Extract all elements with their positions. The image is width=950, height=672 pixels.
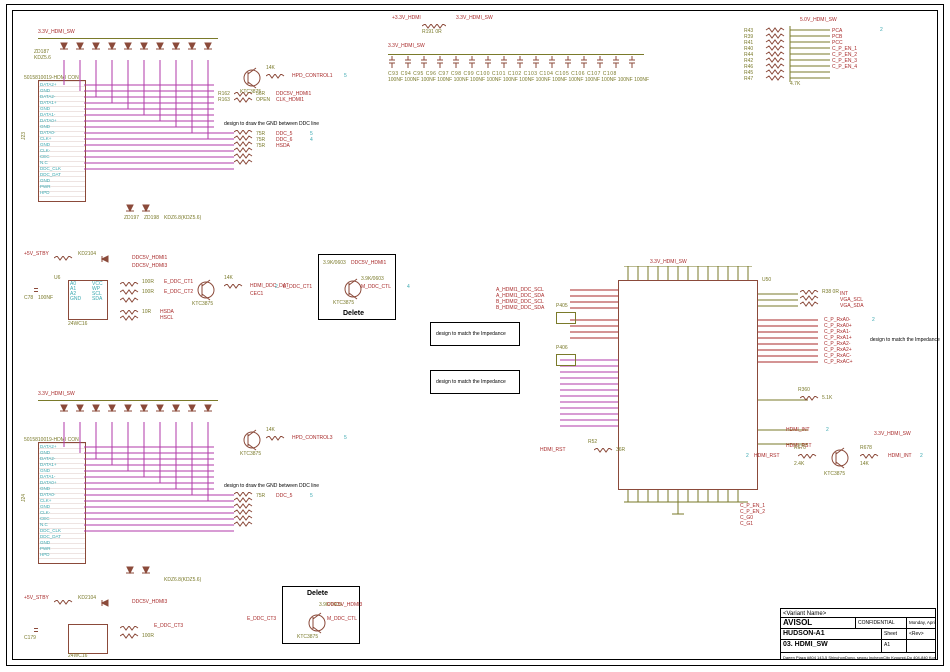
diode: KD2104 bbox=[78, 252, 96, 257]
rail-33v: +3.3V_HDMI bbox=[392, 16, 421, 21]
cap bbox=[34, 286, 38, 294]
net-hpd: HPD_CONTROL1 bbox=[292, 74, 333, 79]
rail-wire bbox=[388, 54, 644, 55]
ic-switch bbox=[618, 280, 758, 490]
q-part: KTC3875 bbox=[240, 90, 261, 95]
arr-pad bbox=[556, 354, 576, 366]
net-hpd: HPD_CONTROL3 bbox=[292, 436, 333, 441]
net: DDC5V_HDMI3 bbox=[132, 600, 167, 605]
sheet-ref: 2 bbox=[880, 28, 883, 33]
ic-pins-right: VCC WP SCL SDA bbox=[92, 282, 103, 302]
hpd-trans-block-2: KTC3875 14K HPD_CONTROL3 5 bbox=[240, 426, 350, 456]
net: CLK_HDMI1 bbox=[276, 98, 304, 103]
delete-label: Delete bbox=[343, 311, 364, 316]
block-caps: 3.3V_HDMI_SW C93 C94 C95 C96 C97 C98 C99… bbox=[388, 44, 648, 84]
q: KTC3875 bbox=[333, 301, 354, 306]
block-hdmi-j24: 3.3V_HDMI_SW 5015810019-HDMI CON J24 DAT… bbox=[24, 392, 364, 582]
tb-address: Daeen Plaza #804 143-5 ShinchonDong, seo… bbox=[781, 653, 935, 663]
tb-date: Monday, April 21, 2008 bbox=[907, 618, 935, 628]
rail-33v-sw: 3.3V_HDMI_SW bbox=[456, 16, 493, 21]
block-eeprom-1: +5V_STBY KD2104 DDC5V_HDMI1 DDC5V_HDMI3 … bbox=[24, 252, 304, 332]
rail-5v-sw: 5.0V_HDMI_SW bbox=[800, 18, 837, 23]
ic-eeprom bbox=[68, 624, 108, 654]
val: 10R bbox=[142, 310, 151, 315]
net: DDC5V_HDMI1 bbox=[351, 261, 386, 266]
rail-5v-stby: +5V_STBY bbox=[24, 252, 49, 257]
val-47k: 4.7K bbox=[790, 82, 800, 87]
tb-company: AVISOL bbox=[781, 618, 856, 628]
hpd-trans-block: KTC3875 14K HPD_CONTROL1 5 bbox=[240, 64, 350, 94]
pullup-refs: R43 R39 R41 R40 R44 R42 R46 R45 R47 bbox=[744, 28, 753, 82]
net: E_DDC_CT1 bbox=[164, 280, 193, 285]
block-eeprom-2: +5V_STBY KD2104 DDC5V_HDMI3 24WC16 C179 … bbox=[24, 596, 284, 656]
note-ddc: design to draw the GND between DDC line bbox=[224, 122, 319, 127]
delete-box-1: Delete DDC5V_HDMI1 3.9K/0603 KTC3875 E_D… bbox=[318, 254, 396, 320]
net: DDC5V_HDMI1 bbox=[132, 256, 167, 261]
rail: 3.3V_HDMI_SW bbox=[650, 260, 687, 265]
tb-sheet: 03. HDMI_SW bbox=[781, 640, 882, 652]
val: 14K bbox=[224, 276, 233, 281]
net: E_DDC_CT1 bbox=[283, 285, 312, 290]
q: KTC3875 bbox=[192, 302, 213, 307]
zd-ref: ZD198 bbox=[144, 216, 159, 221]
block-reg: +3.3V_HDMI 3.3V_HDMI_SW R191 0R bbox=[392, 16, 512, 36]
net: CEC1 bbox=[250, 292, 263, 297]
block-hdmi-j23: 3.3V_HDMI_SW ZD187 KDZ5.6 bbox=[24, 30, 364, 220]
note-ddc: design to draw the GND between DDC line bbox=[224, 484, 319, 489]
tb-project: HUDSON-A1 bbox=[781, 629, 882, 639]
val: OPEN bbox=[256, 98, 270, 103]
net: M_DDC_CTL bbox=[361, 285, 391, 290]
val-75r: 75R bbox=[256, 144, 265, 149]
pullup-nets: PCA PCB PCC C_P_EN_1 C_P_EN_2 C_P_EN_3 C… bbox=[832, 28, 857, 70]
net: E_DDC_CT2 bbox=[164, 290, 193, 295]
val: 100R bbox=[142, 280, 154, 285]
cap-val: 100NF 100NF 100NF 100NF 100NF 100NF 100N… bbox=[388, 78, 649, 83]
ic-ref: U6 bbox=[54, 276, 60, 281]
net-ddc: HSDA bbox=[276, 144, 290, 149]
titleblock: <Variant Name> AVISOL CONFIDENTIAL Monda… bbox=[780, 608, 936, 660]
val: 3.9K/0603 bbox=[323, 261, 346, 266]
tb-confidential: CONFIDENTIAL bbox=[856, 618, 907, 628]
block-rst-trans: 3.3V_HDMI_SW KTC3875 R670 2.4K R678 14K … bbox=[794, 432, 924, 482]
net: DDC5V_HDMI3 bbox=[132, 264, 167, 269]
zd-ref: ZD197 bbox=[124, 216, 139, 221]
arr-pad bbox=[556, 312, 576, 324]
sheet-ref: 5 bbox=[344, 74, 347, 79]
sheet-ref: 4 bbox=[310, 138, 313, 143]
block-pullups: 5.0V_HDMI_SW R43 R39 R41 R40 R44 R42 R bbox=[760, 18, 930, 98]
tb-variant: <Variant Name> bbox=[781, 609, 935, 617]
val: 100R bbox=[142, 290, 154, 295]
val: 3.9K/0603 bbox=[361, 277, 384, 282]
rref: R163 bbox=[218, 98, 230, 103]
rail-33v-sw: 3.3V_HDMI_SW bbox=[388, 44, 425, 49]
zd-part: KDZ6.8(KDZ5.6) bbox=[164, 216, 201, 221]
block-switch-ic: 3.3V_HDMI_SW U50 bbox=[540, 260, 920, 530]
r-base: 14K bbox=[266, 66, 275, 71]
ic-part: 24WC16 bbox=[68, 322, 87, 327]
tb-rev: <Rev> bbox=[907, 629, 935, 639]
net: HSCL bbox=[160, 316, 173, 321]
delete-box-2: Delete 3.9K/0603 KTC3875 E_DDC_CT3 M_DDC… bbox=[282, 586, 360, 644]
delete-label: Delete bbox=[307, 591, 328, 596]
ic-pins-left: A0 A1 A2 GND bbox=[70, 282, 81, 302]
cap-val: 100NF bbox=[38, 296, 53, 301]
tb-size: A1 bbox=[882, 640, 907, 652]
